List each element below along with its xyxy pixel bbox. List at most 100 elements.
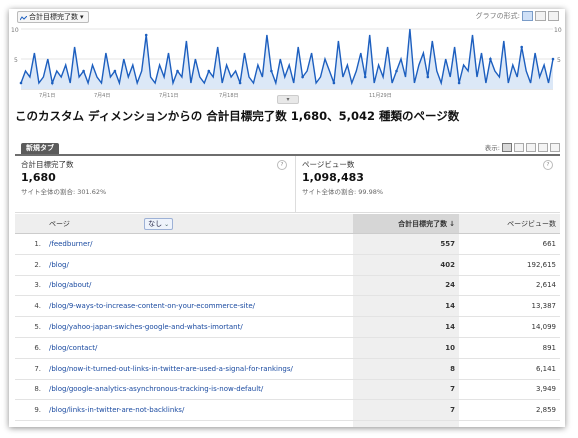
- tab-bar: 新規タブ 表示:: [15, 137, 560, 156]
- help-icon[interactable]: ?: [543, 160, 553, 170]
- y-tick-mid: 5: [14, 57, 18, 64]
- table-body: 1./feedburner/557 661 2./blog/402 192,615 3.…: [15, 233, 560, 427]
- data-point[interactable]: [363, 75, 367, 79]
- row-rank: 6.: [15, 337, 45, 359]
- cell-pageviews: 891: [459, 337, 560, 359]
- table-row[interactable]: 2. /blog/402 192,615: [15, 254, 560, 276]
- cell-goal-completions: 7: [353, 399, 459, 422]
- graph-type-label: グラフの形式:: [475, 12, 520, 20]
- page-link[interactable]: /blog/: [49, 261, 69, 269]
- page-link[interactable]: /blog/contact/: [49, 344, 97, 352]
- data-point[interactable]: [144, 33, 148, 37]
- graph-type-line-button[interactable]: [522, 11, 533, 21]
- page-link[interactable]: /blog/about/: [49, 281, 91, 289]
- page-link[interactable]: /blog/9-ways-to-increase-content-on-your…: [49, 302, 255, 310]
- data-point[interactable]: [332, 81, 336, 85]
- chevron-down-icon: ⌄: [164, 220, 170, 228]
- data-point[interactable]: [457, 81, 461, 85]
- table-row[interactable]: 6. /blog/contact/10 891: [15, 337, 560, 359]
- row-rank: 3.: [15, 275, 45, 297]
- cell-pageviews: 14,099: [459, 316, 560, 338]
- table-row[interactable]: 5. /blog/yahoo-japan-swiches-google-and-w…: [15, 316, 560, 338]
- header-goals-label: 合計目標完了数: [398, 219, 448, 228]
- cell-pageviews: 8,017: [459, 420, 560, 427]
- chart-collapse-handle[interactable]: ▾: [277, 95, 299, 104]
- data-point[interactable]: [207, 69, 211, 73]
- chart-toolbar: 合計目標完了数 ▾ グラフの形式:: [9, 9, 565, 23]
- x-label-2: 7月4日: [94, 93, 110, 99]
- graph-type-bar-button[interactable]: [548, 11, 559, 21]
- page-link[interactable]: /blog/yahoo-japan-swiches-google-and-wha…: [49, 323, 243, 331]
- cell-pageviews: 3,949: [459, 379, 560, 401]
- view-pie-button[interactable]: [514, 142, 524, 152]
- table-row[interactable]: 8. /blog/google-analytics-asynchronous-tr…: [15, 379, 560, 401]
- help-icon[interactable]: ?: [277, 160, 287, 170]
- table-row[interactable]: 4. /blog/9-ways-to-increase-content-on-yo…: [15, 295, 560, 318]
- table-row[interactable]: 10./blog/transiton-from-yahoo-to-google-…: [15, 420, 560, 427]
- summary-label: 合計目標完了数: [21, 160, 74, 169]
- table-row[interactable]: 9. /blog/links-in-twitter-are-not-backlin…: [15, 399, 560, 422]
- view-bar-button[interactable]: [526, 142, 536, 152]
- data-point[interactable]: [426, 75, 430, 79]
- data-point[interactable]: [301, 75, 304, 79]
- cell-goal-completions: 402: [353, 254, 459, 276]
- cell-goal-completions: 14: [353, 316, 459, 338]
- page-link[interactable]: /blog/google-analytics-asynchronous-trac…: [49, 385, 263, 393]
- x-label-1: 7月1日: [39, 93, 55, 99]
- row-rank: 2.: [15, 254, 45, 276]
- data-point[interactable]: [82, 69, 85, 73]
- page-link[interactable]: /blog/now-it-turned-out-links-in-twitter…: [49, 365, 293, 373]
- header-page[interactable]: ページ なし ⌄: [45, 214, 353, 234]
- view-switcher: 表示:: [485, 142, 560, 152]
- chevron-down-icon: ▾: [80, 13, 84, 21]
- tab-new[interactable]: 新規タブ: [21, 143, 59, 154]
- row-rank: 5.: [15, 316, 45, 338]
- secondary-dimension-label: なし: [148, 219, 163, 228]
- timeline-chart: 10 5 10 5 7月1日 7月4日 7月11日 7月18日 11月29日: [9, 23, 565, 103]
- secondary-dimension-select[interactable]: なし ⌄: [144, 217, 174, 230]
- data-point[interactable]: [270, 69, 273, 73]
- header-goal-completions[interactable]: 合計目標完了数 ↓: [353, 214, 459, 234]
- summary-label: ページビュー数: [302, 160, 355, 169]
- y-tick-top: 10: [11, 27, 19, 34]
- cell-goal-completions: 14: [353, 295, 459, 318]
- graph-type-motion-button[interactable]: [535, 11, 546, 21]
- row-rank: 7.: [15, 358, 45, 380]
- line-chart-icon: [19, 15, 28, 20]
- table-header-row: ページ なし ⌄ 合計目標完了数 ↓ ページビュー数: [15, 214, 560, 234]
- row-rank: 10.: [15, 420, 45, 427]
- header-pageviews[interactable]: ページビュー数: [459, 214, 560, 234]
- data-point[interactable]: [520, 45, 523, 49]
- cell-pageviews: 661: [459, 233, 560, 255]
- data-point[interactable]: [113, 69, 117, 73]
- data-point[interactable]: [176, 69, 179, 73]
- data-point[interactable]: [51, 81, 54, 85]
- cell-goal-completions: 557: [353, 233, 459, 255]
- data-point[interactable]: [551, 57, 555, 61]
- data-point[interactable]: [238, 81, 242, 85]
- data-point[interactable]: [19, 81, 23, 85]
- data-point[interactable]: [395, 69, 398, 73]
- view-table-button[interactable]: [502, 142, 512, 152]
- metric-select[interactable]: 合計目標完了数 ▾: [17, 11, 89, 23]
- page-link[interactable]: /blog/links-in-twitter-are-not-backlinks…: [49, 406, 184, 414]
- cell-goal-completions: 7: [353, 379, 459, 401]
- cell-pageviews: 2,614: [459, 275, 560, 297]
- timeline-chart-svg: 10 5 10 5 7月1日 7月4日 7月11日 7月18日 11月29日: [11, 27, 562, 99]
- page-link[interactable]: /feedburner/: [49, 240, 93, 248]
- view-compare-button[interactable]: [538, 142, 548, 152]
- cell-goal-completions: 7: [353, 420, 459, 427]
- table-row[interactable]: 7. /blog/now-it-turned-out-links-in-twitt…: [15, 358, 560, 380]
- row-rank: 9.: [15, 399, 45, 422]
- table-row[interactable]: 1. /feedburner/557 661: [15, 233, 560, 255]
- x-label-3: 7月11日: [159, 93, 179, 99]
- cell-goal-completions: 24: [353, 275, 459, 297]
- cell-goal-completions: 8: [353, 358, 459, 380]
- row-rank: 1.: [15, 233, 45, 255]
- data-table: ページ なし ⌄ 合計目標完了数 ↓ ページビュー数 1. /feedburner/5…: [15, 214, 560, 427]
- summary-value: 1,680: [21, 171, 56, 184]
- table-row[interactable]: 3. /blog/about/24 2,614: [15, 275, 560, 297]
- cell-pageviews: 192,615: [459, 254, 560, 276]
- data-point[interactable]: [489, 57, 492, 61]
- view-pivot-button[interactable]: [550, 142, 560, 152]
